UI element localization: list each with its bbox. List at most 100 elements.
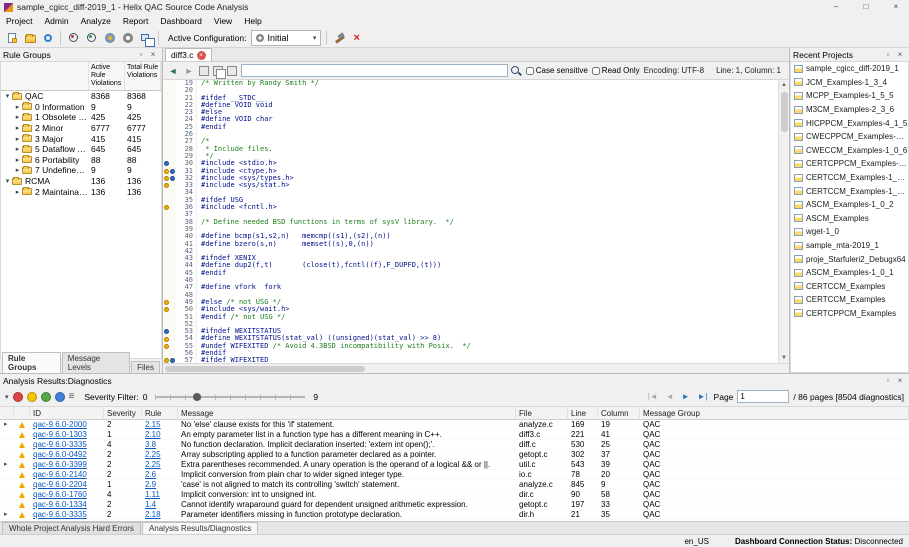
warning-icon[interactable] [164, 176, 169, 181]
cut-icon[interactable] [199, 66, 209, 76]
warning-icon[interactable] [164, 205, 169, 210]
column-header-id[interactable]: ID [30, 407, 104, 420]
tree-row[interactable]: ▸1 Obsolete Messages425425 [1, 112, 161, 123]
recent-project-item[interactable]: MCPP_Examples-1_5_5 [791, 89, 908, 103]
menu-dashboard[interactable]: Dashboard [154, 14, 208, 28]
chevron-right-icon[interactable]: ▸ [13, 124, 22, 132]
warning-icon[interactable] [164, 169, 169, 174]
rule-link[interactable]: 2.18 [142, 510, 178, 520]
code-line[interactable]: 51#endif /* not USG */ [163, 314, 778, 321]
diagnostic-id-link[interactable]: qac-9.6.0-3335 [30, 440, 104, 450]
menu-view[interactable]: View [208, 14, 238, 28]
menu-report[interactable]: Report [117, 14, 155, 28]
diagnostic-id-link[interactable]: qac-9.6.0-2204 [30, 480, 104, 490]
maximize-button[interactable]: □ [853, 0, 879, 14]
rule-link[interactable]: 2.10 [142, 430, 178, 440]
close-button[interactable]: × [883, 0, 909, 14]
chevron-right-icon[interactable]: ▸ [13, 135, 22, 143]
row-expander-icon[interactable]: ▸ [0, 510, 14, 520]
close-panel-icon[interactable]: × [147, 49, 159, 60]
tree-row[interactable]: ▾RCMA136136 [1, 176, 161, 187]
diagnostic-row[interactable]: ▸qac-9.6.0-200022.15No 'else' clause exi… [0, 420, 909, 430]
menu-admin[interactable]: Admin [38, 14, 74, 28]
recent-project-item[interactable]: ASCM_Examples-1_0_1 [791, 266, 908, 280]
diagnostic-row[interactable]: qac-9.6.0-176041.11Implicit conversion: … [0, 490, 909, 500]
code-line[interactable]: 26 [163, 131, 778, 138]
recent-project-item[interactable]: proje_Starfuleri2_Debugx64 [791, 252, 908, 266]
float-panel-icon[interactable]: ▫ [882, 49, 894, 60]
horizontal-scrollbar[interactable] [163, 363, 789, 373]
close-panel-icon[interactable]: × [894, 49, 906, 60]
analysis-settings-gear-icon[interactable] [102, 30, 117, 45]
close-tab-icon[interactable]: × [197, 51, 206, 60]
scroll-down-icon[interactable]: ▼ [781, 353, 787, 363]
new-project-icon[interactable] [4, 30, 19, 45]
expand-all-icon[interactable]: ▾ [5, 393, 9, 401]
page-input[interactable] [737, 390, 789, 403]
help-filter-icon[interactable] [55, 392, 65, 402]
recent-project-item[interactable]: CERTCCM_Examples [791, 293, 908, 307]
warning-icon[interactable] [164, 307, 169, 312]
chevron-right-icon[interactable]: ▸ [13, 103, 22, 111]
diagnostic-row[interactable]: qac-9.6.0-130312.10An empty parameter li… [0, 430, 909, 440]
chevron-right-icon[interactable]: ▸ [13, 166, 22, 174]
total-violations-column-header[interactable]: Total Rule Violations [125, 62, 161, 90]
qa-search-icon[interactable] [84, 30, 99, 45]
info-icon[interactable] [164, 161, 169, 166]
code-line[interactable]: 55#undef WIFEXITED /* Avoid 4.3BSD incom… [163, 343, 778, 350]
tab-message-levels[interactable]: Message Levels [62, 352, 130, 373]
recent-project-item[interactable]: ASCM_Examples [791, 212, 908, 226]
recent-project-item[interactable]: CERTCCM_Examples-1_2_5 [791, 171, 908, 185]
active-violations-column-header[interactable]: Active Rule Violations [89, 62, 125, 90]
tab-rule-groups[interactable]: Rule Groups [2, 352, 61, 373]
read-only-checkbox[interactable] [592, 67, 600, 75]
diagnostic-row[interactable]: ▸qac-9.6.0-333522.18Parameter identifier… [0, 510, 909, 520]
paste-icon[interactable] [227, 66, 237, 76]
code-line[interactable]: 34 [163, 189, 778, 196]
slider-thumb[interactable] [193, 393, 201, 401]
warning-filter-icon[interactable] [27, 392, 37, 402]
stop-analysis-icon[interactable]: × [350, 30, 365, 45]
column-header-severity[interactable]: Severity [104, 407, 142, 420]
tree-row[interactable]: ▸5 Dataflow Analysis645645 [1, 144, 161, 155]
search-magnifier-icon[interactable] [510, 65, 522, 77]
rule-link[interactable]: 1.4 [142, 500, 178, 510]
recent-project-item[interactable]: CWECCM_Examples-1_0_6 [791, 144, 908, 158]
code-line[interactable]: 19/* Written by Randy Smith */ [163, 80, 778, 87]
menu-project[interactable]: Project [0, 14, 38, 28]
recent-project-item[interactable]: ASCM_Examples-1_0_2 [791, 198, 908, 212]
next-page-icon[interactable]: ► [680, 392, 692, 401]
scroll-up-icon[interactable]: ▲ [781, 80, 787, 90]
scrollbar-thumb[interactable] [165, 366, 365, 372]
rule-link[interactable]: 2.6 [142, 470, 178, 480]
code-line[interactable]: 24#define VOID char [163, 116, 778, 123]
case-sensitive-checkbox[interactable] [526, 67, 534, 75]
sync-project-icon[interactable] [40, 30, 55, 45]
column-header-message-group[interactable]: Message Group [640, 407, 909, 420]
info-icon[interactable] [164, 329, 169, 334]
warning-icon[interactable] [164, 300, 169, 305]
code-line[interactable]: 28 * Include files. [163, 146, 778, 153]
code-line[interactable]: 36#include <fcntl.h> [163, 204, 778, 211]
chevron-right-icon[interactable]: ▸ [13, 156, 22, 164]
float-panel-icon[interactable]: ▫ [135, 49, 147, 60]
search-input[interactable] [241, 64, 508, 77]
tab-analysis-results-diagnostics[interactable]: Analysis Results/Diagnostics [142, 522, 258, 534]
code-line[interactable]: 44#define dup2(f,t) (close(t),fcntl((f),… [163, 262, 778, 269]
navigate-back-icon[interactable]: ◄ [167, 66, 179, 76]
navigate-forward-icon[interactable]: ► [183, 66, 195, 76]
tree-row[interactable]: ▸6 Portability8888 [1, 155, 161, 166]
info-filter-icon[interactable] [41, 392, 51, 402]
row-expander-icon[interactable]: ▸ [0, 460, 14, 470]
columns-menu-icon[interactable]: ≡ [69, 391, 75, 402]
warning-icon[interactable] [164, 183, 169, 188]
code-line[interactable]: 47#define vfork fork [163, 284, 778, 291]
diagnostic-row[interactable]: ▸qac-9.6.0-339922.25Extra parentheses re… [0, 460, 909, 470]
diagnostic-row[interactable]: qac-9.6.0-214022.6Implicit conversion fr… [0, 470, 909, 480]
recent-project-item[interactable]: sample_cgicc_diff-2019_1 [791, 62, 908, 76]
last-page-icon[interactable]: ►| [696, 392, 710, 401]
tree-row[interactable]: ▸0 Information99 [1, 102, 161, 113]
diagnostic-id-link[interactable]: qac-9.6.0-2000 [30, 420, 104, 430]
recent-project-item[interactable]: CWECPPCM_Examples-1_0_1 [791, 130, 908, 144]
diagnostic-id-link[interactable]: qac-9.6.0-1303 [30, 430, 104, 440]
